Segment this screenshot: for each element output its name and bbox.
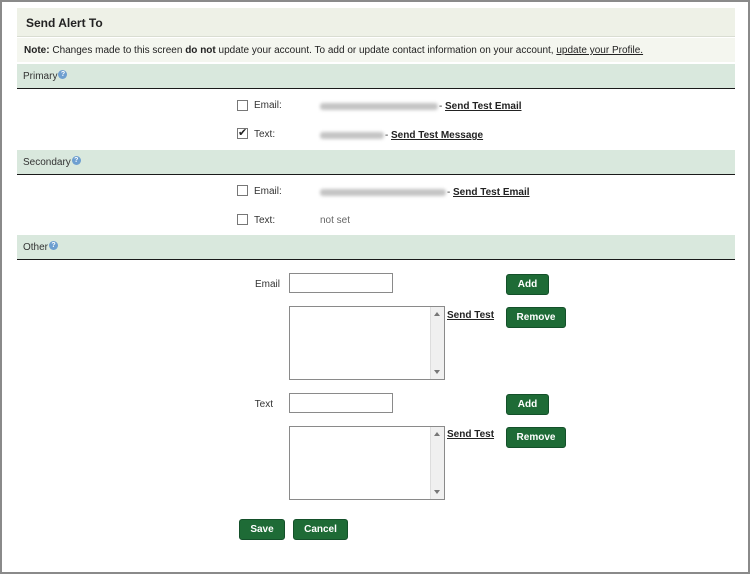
save-button[interactable]: Save (239, 519, 285, 540)
note-text-2: update your account. To add or update co… (215, 45, 557, 56)
help-icon[interactable]: ? (49, 241, 59, 250)
note-text-1: Changes made to this screen (49, 45, 186, 56)
other-email-list[interactable] (289, 306, 445, 380)
scroll-down-icon[interactable] (434, 370, 440, 374)
page-title: Send Alert To (26, 16, 103, 30)
primary-text-separator: - (385, 130, 389, 141)
section-primary-label: Primary (23, 71, 58, 82)
scroll-up-icon[interactable] (434, 312, 440, 316)
note-bar: Note: Changes made to this screen do not… (17, 38, 735, 62)
primary-email-checkbox[interactable] (237, 100, 248, 111)
primary-email-label: Email: (254, 100, 282, 111)
add-email-button[interactable]: Add (506, 274, 549, 295)
primary-text-checkbox[interactable] (237, 126, 248, 139)
send-test-message-link[interactable]: Send Test Message (391, 130, 483, 141)
other-email-label: Email (254, 279, 280, 290)
email-list-scrollbar[interactable] (430, 307, 444, 379)
panel-header: Send Alert To (17, 8, 735, 37)
alert-settings-panel: Send Alert To Note: Changes made to this… (0, 0, 750, 574)
primary-email-separator: - (439, 101, 443, 112)
other-text-list[interactable] (289, 426, 445, 500)
section-secondary: Secondary? (17, 150, 735, 175)
primary-text-value (320, 132, 384, 139)
secondary-email-separator: - (447, 187, 451, 198)
scroll-down-icon[interactable] (434, 490, 440, 494)
help-icon[interactable]: ? (58, 70, 68, 79)
note-text: Note: Changes made to this screen do not… (24, 45, 643, 56)
scroll-up-icon[interactable] (434, 432, 440, 436)
other-text-input[interactable] (289, 393, 393, 413)
text-list-scrollbar[interactable] (430, 427, 444, 499)
update-profile-link[interactable]: update your Profile. (556, 45, 643, 56)
other-text-label: Text (254, 399, 273, 410)
remove-email-button[interactable]: Remove (506, 307, 566, 328)
send-test-email-other-link[interactable]: Send Test (447, 310, 494, 321)
primary-text-label: Text: (254, 129, 276, 140)
other-email-input[interactable] (289, 273, 393, 293)
send-test-text-other-link[interactable]: Send Test (447, 429, 494, 440)
section-secondary-label: Secondary (23, 157, 71, 168)
add-text-button[interactable]: Add (506, 394, 549, 415)
help-icon[interactable]: ? (71, 156, 81, 165)
secondary-text-value: not set (320, 215, 351, 226)
primary-email-value (320, 103, 438, 110)
secondary-text-label: Text: (254, 215, 276, 226)
section-primary: Primary? (17, 64, 735, 89)
note-bold: do not (185, 45, 216, 56)
send-test-email-link[interactable]: Send Test Email (445, 101, 522, 112)
note-prefix: Note: (24, 45, 50, 56)
secondary-email-value (320, 189, 446, 196)
cancel-button[interactable]: Cancel (293, 519, 348, 540)
secondary-email-label: Email: (254, 186, 282, 197)
secondary-email-checkbox[interactable] (237, 185, 248, 196)
section-other-label: Other (23, 242, 49, 253)
remove-text-button[interactable]: Remove (506, 427, 566, 448)
secondary-text-checkbox[interactable] (237, 214, 248, 225)
section-other: Other? (17, 235, 735, 260)
send-test-email-link[interactable]: Send Test Email (453, 187, 530, 198)
